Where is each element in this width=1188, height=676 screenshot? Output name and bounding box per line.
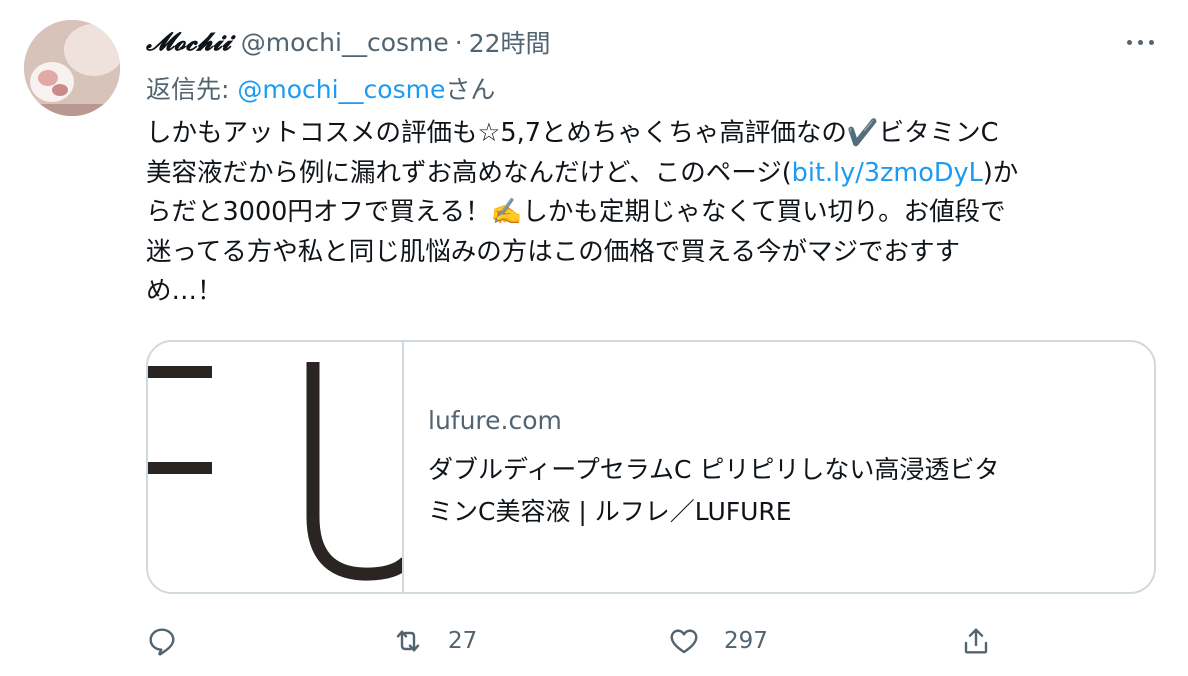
card-thumbnail-logo — [148, 362, 402, 581]
tweet-text-line: 迷ってる方や私と同じ肌悩みの方はこの価格で買える今がマジでおすす — [146, 236, 960, 267]
tweet-actions: 27 297 — [146, 618, 1006, 664]
display-name[interactable]: 𝓜𝓸𝓬𝓱𝓲𝓲 — [146, 27, 231, 57]
reply-mention-link[interactable]: @mochi__cosme — [237, 75, 445, 104]
tweet-text-line: め…！ — [146, 276, 223, 306]
heart-icon — [670, 629, 698, 654]
tweet-link[interactable]: bit.ly/3zmoDyL — [792, 158, 983, 188]
more-dot-icon — [1148, 39, 1154, 45]
more-dot-icon — [1137, 39, 1143, 45]
like-button[interactable]: 297 — [668, 618, 768, 664]
separator-dot: · — [454, 27, 463, 57]
tweet-text-line: らだと3000円オフで買える！✍️しかも定期じゃなくて買い切り。お値段で — [146, 197, 1006, 227]
tweet-text-segment: )か — [982, 157, 1019, 188]
share-icon — [964, 628, 988, 654]
card-domain: lufure.com — [428, 406, 562, 435]
tweet-text-line: しかもアットコスメの評価も☆5,7とめちゃくちゃ高評価なの✔️ビタミンC — [146, 118, 999, 148]
link-preview-card[interactable]: lufure.com ダブルディープセラムC ピリピリしない高浸透ビタ ミンC美… — [146, 340, 1156, 594]
user-handle[interactable]: @mochi__cosme — [241, 28, 449, 57]
card-title-line: ミンC美容液 | ルフレ／LUFURE — [428, 497, 792, 526]
tweet-header: 𝓜𝓸𝓬𝓱𝓲𝓲 @mochi__cosme · 22時間 — [146, 24, 551, 60]
reply-context: 返信先: @mochi__cosmeさん — [146, 70, 495, 106]
card-title: ダブルディープセラムC ピリピリしない高浸透ビタ ミンC美容液 | ルフレ／LU… — [428, 449, 1128, 533]
card-thumbnail — [148, 342, 404, 592]
avatar-photo — [24, 20, 120, 116]
tweet-text: しかもアットコスメの評価も☆5,7とめちゃくちゃ高評価なの✔️ビタミンC 美容液… — [146, 114, 1156, 312]
card-info: lufure.com ダブルディープセラムC ピリピリしない高浸透ビタ ミンC美… — [428, 406, 1128, 533]
reply-icon — [149, 628, 175, 656]
avatar[interactable] — [24, 20, 120, 116]
tweet-text-line: 美容液だから例に漏れずお高めなんだけど、このページ(bit.ly/3zmoDyL… — [146, 154, 1156, 194]
retweet-count: 27 — [448, 628, 478, 654]
reply-button[interactable] — [146, 618, 202, 664]
share-button[interactable] — [960, 618, 992, 664]
like-count: 297 — [724, 628, 768, 654]
reply-suffix: さん — [445, 75, 496, 104]
timestamp[interactable]: 22時間 — [469, 24, 551, 60]
retweet-icon — [396, 630, 420, 652]
reply-prefix: 返信先: — [146, 75, 238, 104]
more-options-button[interactable] — [1120, 28, 1160, 56]
retweet-button[interactable]: 27 — [392, 618, 477, 664]
tweet-text-segment: 美容液だから例に漏れずお高めなんだけど、このページ( — [146, 157, 792, 188]
more-dot-icon — [1126, 39, 1132, 45]
card-title-line: ダブルディープセラムC ピリピリしない高浸透ビタ — [428, 455, 1000, 484]
